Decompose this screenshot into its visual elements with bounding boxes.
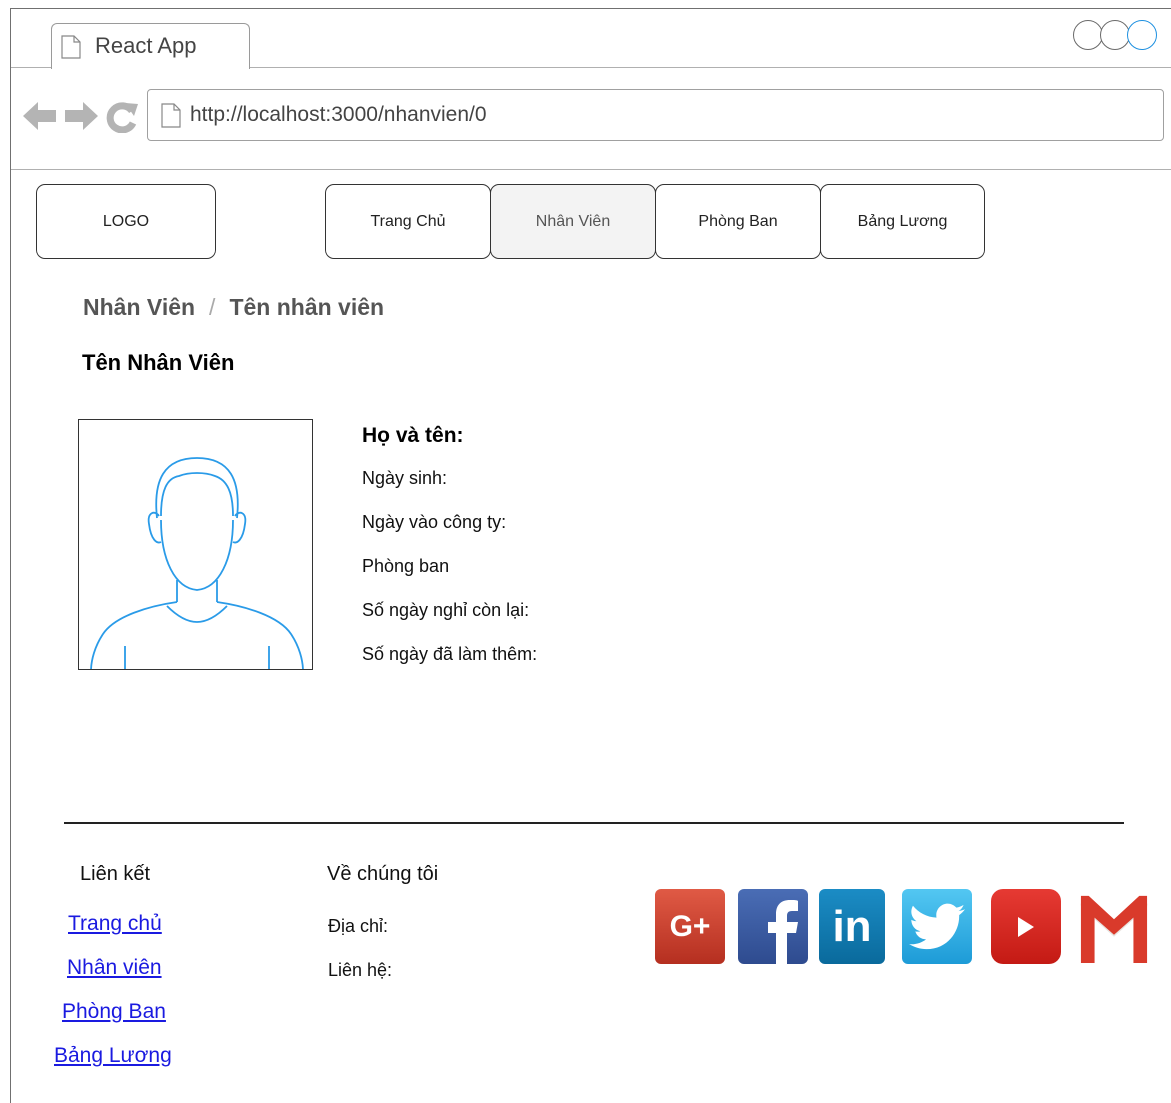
- youtube-icon[interactable]: [991, 889, 1061, 964]
- window-circle-icon[interactable]: [1100, 20, 1130, 50]
- address-bar[interactable]: http://localhost:3000/nhanvien/0: [147, 89, 1164, 141]
- back-arrow-icon[interactable]: [23, 101, 57, 131]
- google-plus-icon[interactable]: G+: [655, 889, 725, 964]
- twitter-icon[interactable]: [902, 889, 972, 964]
- avatar: [78, 419, 313, 670]
- facebook-logo: [768, 900, 798, 964]
- footer-contact-label: Liên hệ:: [328, 960, 393, 980]
- nav-item-bang-luong[interactable]: Bảng Lương: [820, 184, 985, 259]
- forward-arrow-icon[interactable]: [64, 101, 98, 131]
- facebook-icon[interactable]: [738, 889, 808, 964]
- employee-overtime-days-label: Số ngày đã làm thêm:: [362, 644, 538, 664]
- employee-birthdate-label: Ngày sinh:: [362, 468, 448, 488]
- gmail-icon[interactable]: [1079, 889, 1149, 964]
- tab-title: React App: [95, 33, 197, 58]
- twitter-bird: [909, 903, 965, 949]
- nav-item-phong-ban[interactable]: Phòng Ban: [655, 184, 821, 259]
- page-icon: [61, 35, 81, 59]
- employee-department-label: Phòng ban: [362, 556, 450, 576]
- window-circle-icon[interactable]: [1073, 20, 1103, 50]
- page-icon: [161, 103, 181, 128]
- url-text: http://localhost:3000/nhanvien/0: [190, 103, 487, 126]
- employee-name-label: Họ và tên:: [362, 424, 464, 447]
- breadcrumb-parent[interactable]: Nhân Viên: [83, 294, 195, 321]
- footer-link-trang-chu[interactable]: Trang chủ: [68, 912, 162, 936]
- footer-link-nhan-vien[interactable]: Nhân viên: [67, 956, 162, 980]
- linkedin-icon[interactable]: in: [819, 889, 885, 964]
- footer-divider: [64, 822, 1124, 824]
- breadcrumb: Nhân Viên / Tên nhân viên: [83, 294, 384, 321]
- employee-leave-days-label: Số ngày nghỉ còn lại:: [362, 600, 530, 620]
- footer-links-heading: Liên kết: [80, 863, 151, 885]
- footer-address-label: Địa chỉ:: [328, 916, 389, 936]
- browser-tab[interactable]: React App: [51, 23, 250, 69]
- breadcrumb-separator: /: [209, 294, 216, 320]
- footer-about-heading: Về chúng tôi: [327, 863, 439, 885]
- nav-item-trang-chu[interactable]: Trang Chủ: [325, 184, 491, 259]
- employee-start-date-label: Ngày vào công ty:: [362, 512, 507, 532]
- window-circle-icon[interactable]: [1127, 20, 1157, 50]
- window-controls[interactable]: [1073, 20, 1157, 50]
- page-title: Tên Nhân Viên: [82, 350, 235, 375]
- linkedin-text: in: [832, 901, 872, 951]
- gmail-logo: [1080, 895, 1148, 963]
- footer-link-bang-luong[interactable]: Bảng Lương: [54, 1044, 172, 1068]
- google-plus-text: G+: [669, 909, 711, 943]
- chrome-divider: [11, 169, 1171, 170]
- play-icon: [1018, 916, 1034, 937]
- person-avatar-icon: [90, 457, 304, 669]
- logo[interactable]: LOGO: [36, 184, 216, 259]
- reload-icon[interactable]: [105, 101, 139, 133]
- breadcrumb-current: Tên nhân viên: [229, 294, 385, 320]
- footer-link-phong-ban[interactable]: Phòng Ban: [62, 1000, 166, 1024]
- nav-item-nhan-vien[interactable]: Nhân Viên: [490, 184, 656, 259]
